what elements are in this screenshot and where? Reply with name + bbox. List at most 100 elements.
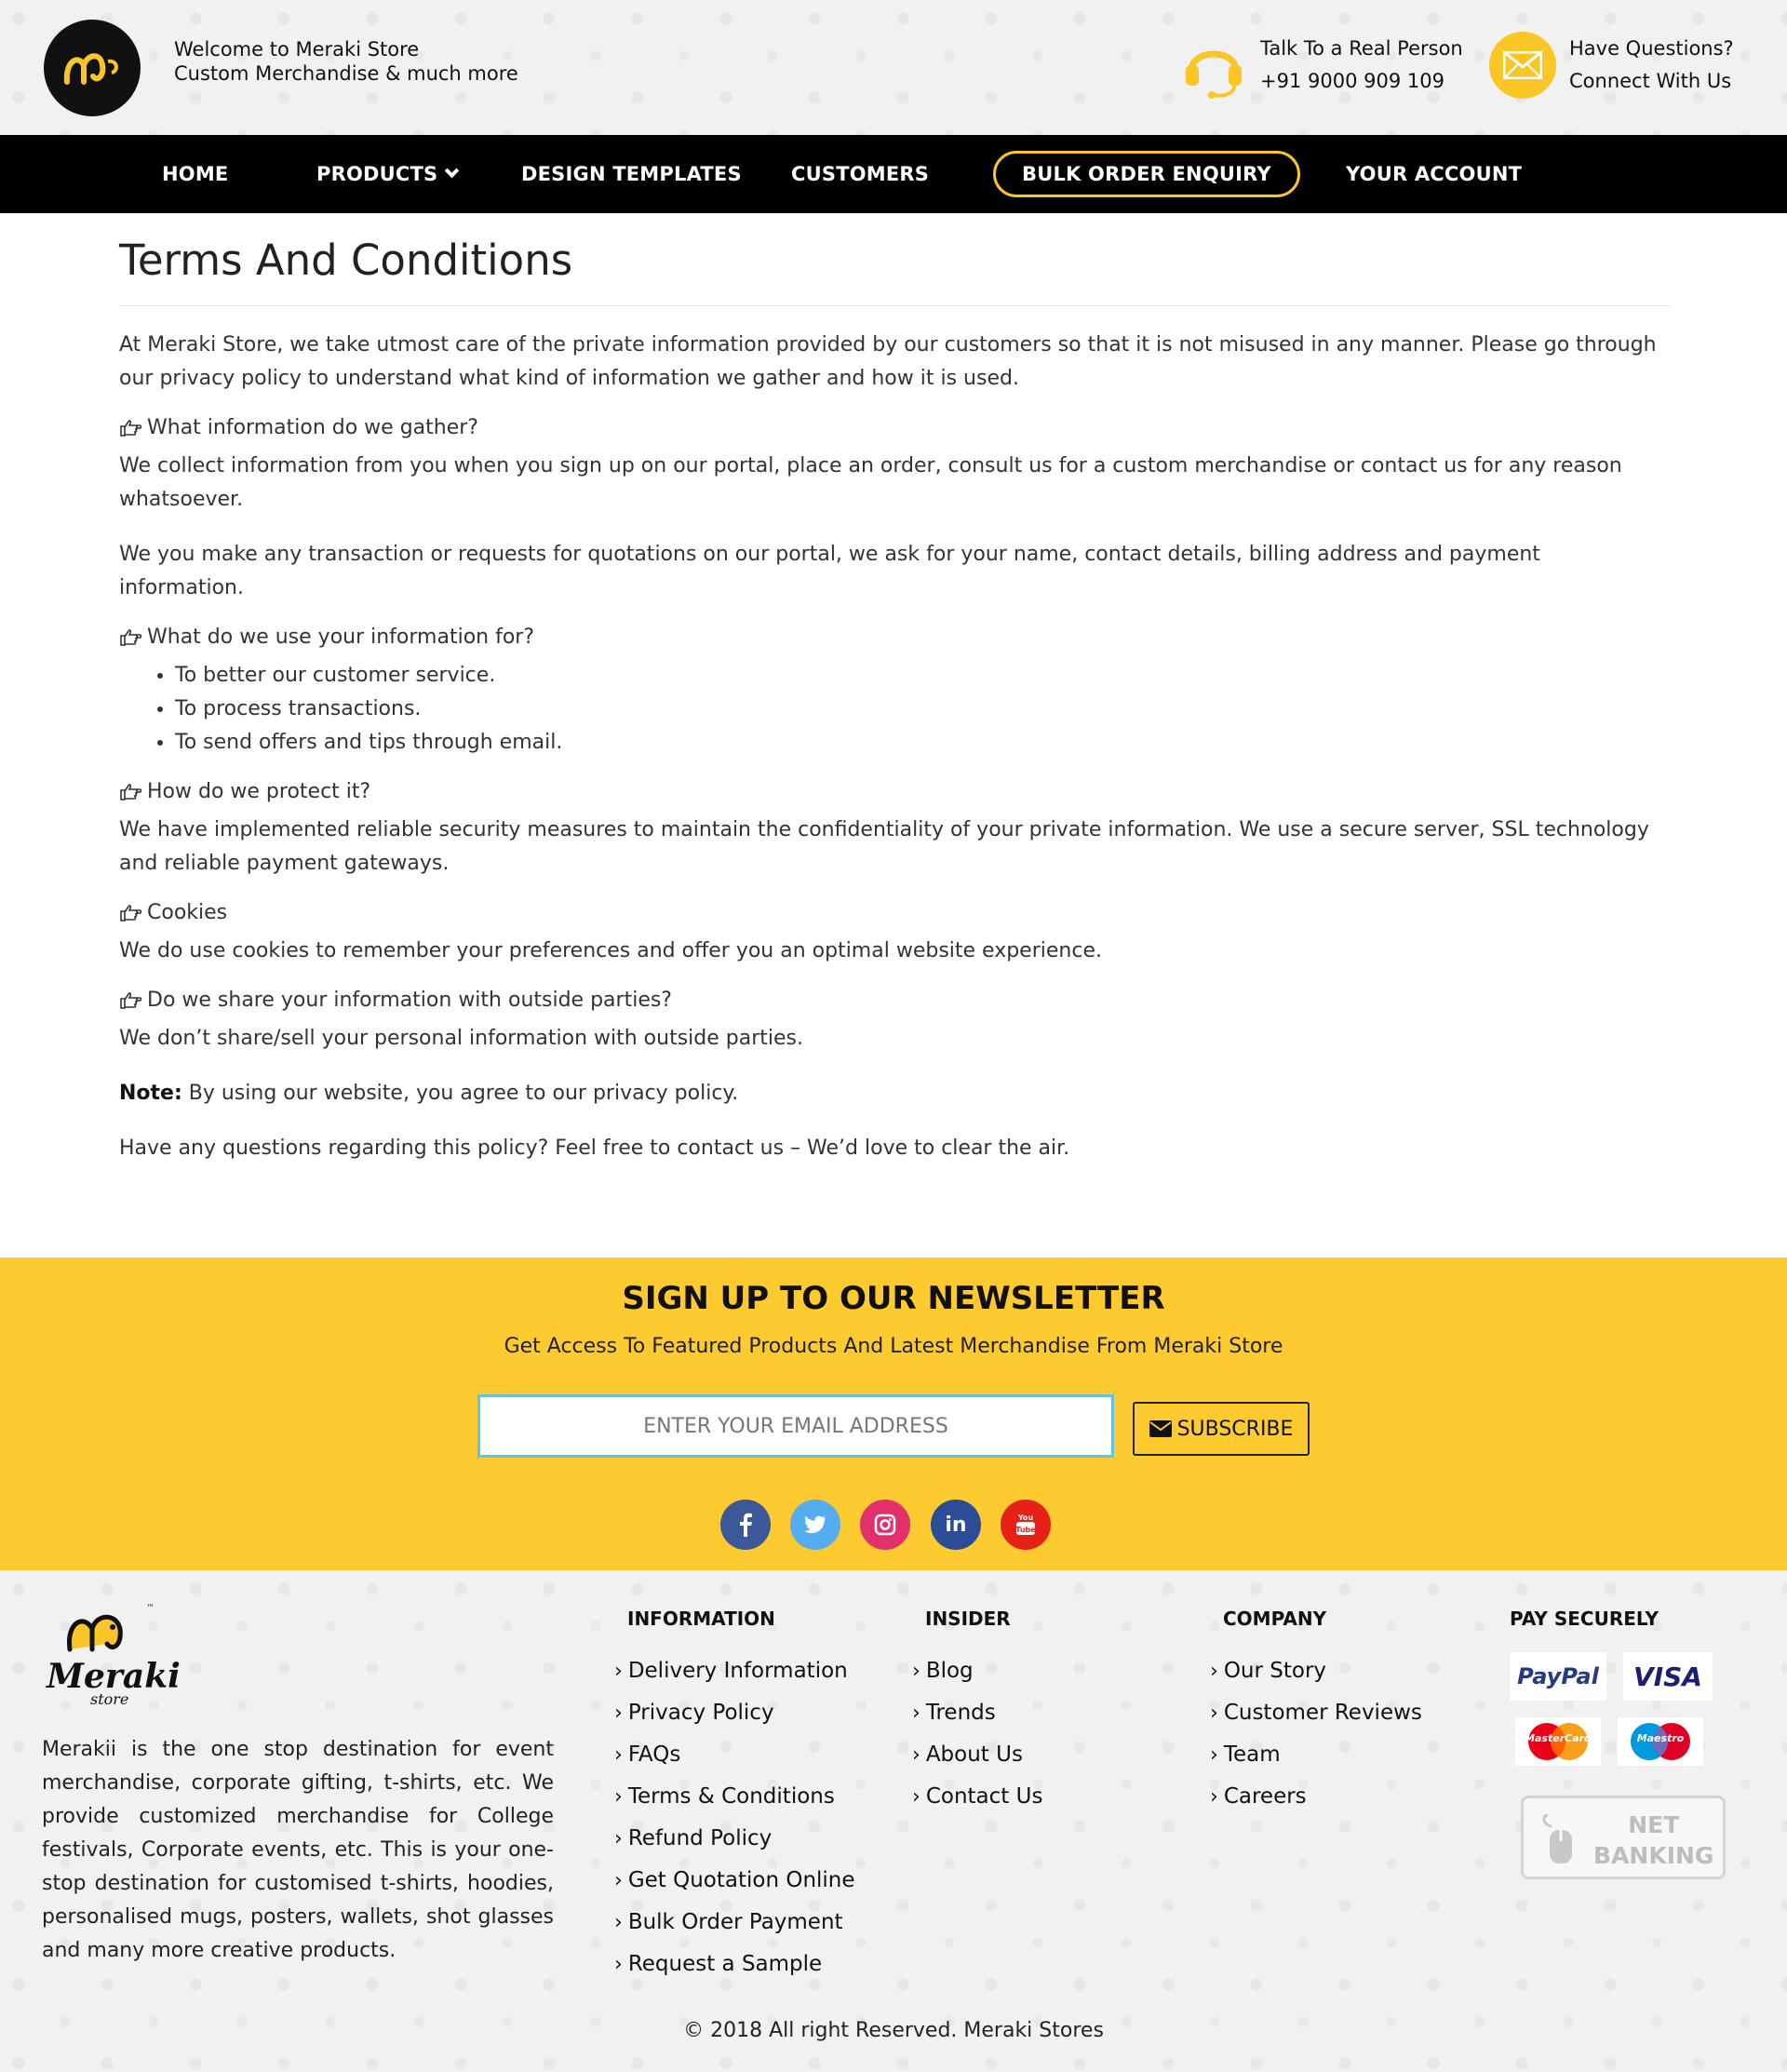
chevron-right-icon: › bbox=[614, 1911, 623, 1934]
subscribe-button[interactable]: SUBSCRIBE bbox=[1133, 1402, 1310, 1456]
newsletter-section: SIGN UP TO OUR NEWSLETTER Get Access To … bbox=[0, 1258, 1787, 1570]
chevron-down-icon bbox=[445, 163, 460, 179]
chevron-right-icon: › bbox=[614, 1785, 623, 1809]
net-banking-line1: NET bbox=[1628, 1811, 1680, 1838]
insider-title: INSIDER bbox=[925, 1608, 1011, 1630]
facebook-icon[interactable] bbox=[720, 1500, 771, 1550]
chevron-right-icon: › bbox=[912, 1660, 920, 1683]
newsletter-title: SIGN UP TO OUR NEWSLETTER bbox=[622, 1280, 1165, 1317]
net-banking-logo: NET BANKING bbox=[1521, 1796, 1726, 1879]
answer-paragraph: We you make any transaction or requests … bbox=[119, 543, 1540, 599]
chevron-right-icon: › bbox=[614, 1743, 623, 1767]
chevron-right-icon: › bbox=[614, 1702, 623, 1725]
linkedin-icon[interactable]: in bbox=[931, 1500, 981, 1550]
list-item: To send offers and tips through email. bbox=[175, 726, 1670, 760]
store-logo[interactable] bbox=[44, 20, 141, 116]
email-label: Have Questions? bbox=[1569, 37, 1734, 60]
footer-link-label: About Us bbox=[925, 1742, 1023, 1767]
nav-design-templates[interactable]: DESIGN TEMPLATES bbox=[521, 135, 742, 213]
answer-paragraph: We collect information from you when you… bbox=[119, 454, 1622, 511]
footer-link-label: Customer Reviews bbox=[1223, 1701, 1422, 1725]
footer-link-sample[interactable]: › Request a Sample bbox=[614, 1952, 822, 1976]
hand-point-right-icon bbox=[120, 784, 141, 801]
closing-paragraph: Have any questions regarding this policy… bbox=[119, 1137, 1070, 1160]
hand-point-right-icon bbox=[120, 420, 141, 437]
mastercard-label: MasterCard bbox=[1525, 1732, 1592, 1744]
pay-securely-title: PAY SECURELY bbox=[1510, 1608, 1659, 1630]
subscribe-label: SUBSCRIBE bbox=[1176, 1417, 1294, 1441]
svg-text:You: You bbox=[1017, 1514, 1034, 1522]
footer-link-terms[interactable]: › Terms & Conditions bbox=[614, 1784, 835, 1809]
footer-link-blog[interactable]: › Blog bbox=[912, 1659, 974, 1683]
phone-label: Talk To a Real Person bbox=[1260, 37, 1463, 60]
page-title: Terms And Conditions bbox=[119, 235, 1670, 306]
mail-icon bbox=[1489, 32, 1556, 99]
chevron-right-icon: › bbox=[614, 1953, 623, 1976]
footer-link-label: Team bbox=[1223, 1742, 1281, 1767]
answer-paragraph: We do use cookies to remember your prefe… bbox=[119, 939, 1102, 962]
footer-logo-sub: store bbox=[90, 1690, 129, 1708]
nav-your-account[interactable]: YOUR ACCOUNT bbox=[1346, 135, 1522, 213]
headset-icon bbox=[1180, 32, 1247, 99]
nav-home[interactable]: HOME bbox=[162, 135, 228, 213]
welcome-line-2: Custom Merchandise & much more bbox=[174, 62, 518, 85]
note-text: By using our website, you agree to our p… bbox=[181, 1082, 739, 1105]
visa-label: VISA bbox=[1633, 1661, 1702, 1692]
question-how-protect: How do we protect it? bbox=[119, 778, 1670, 806]
footer-link-privacy[interactable]: › Privacy Policy bbox=[614, 1701, 774, 1725]
chevron-right-icon: › bbox=[1210, 1785, 1218, 1809]
nav-customers[interactable]: CUSTOMERS bbox=[791, 135, 929, 213]
envelope-icon bbox=[1149, 1420, 1172, 1437]
footer-link-label: Our Story bbox=[1223, 1659, 1327, 1683]
footer-link-label: Delivery Information bbox=[627, 1659, 848, 1683]
intro-paragraph: At Meraki Store, we take utmost care of … bbox=[119, 333, 1657, 390]
question-label: What do we use your information for? bbox=[147, 626, 535, 649]
top-header: Welcome to Meraki Store Custom Merchandi… bbox=[0, 0, 1787, 135]
footer-link-label: Privacy Policy bbox=[627, 1701, 774, 1725]
phone-number[interactable]: +91 9000 909 109 bbox=[1260, 65, 1463, 98]
footer-link-faqs[interactable]: › FAQs bbox=[614, 1742, 680, 1767]
mastercard-logo: MasterCard bbox=[1515, 1717, 1601, 1766]
footer-link-our-story[interactable]: › Our Story bbox=[1210, 1659, 1326, 1683]
footer-link-label: Terms & Conditions bbox=[627, 1784, 835, 1809]
nav-products-label: PRODUCTS bbox=[316, 163, 438, 185]
footer-link-label: Contact Us bbox=[925, 1784, 1043, 1809]
footer: ™ Meraki store Merakii is the one stop d… bbox=[0, 1570, 1787, 2072]
answer-paragraph: We have implemented reliable security me… bbox=[119, 818, 1649, 875]
note-label: Note: bbox=[119, 1082, 182, 1105]
footer-link-quotation[interactable]: › Get Quotation Online bbox=[614, 1868, 855, 1892]
information-title: INFORMATION bbox=[627, 1608, 775, 1630]
chevron-right-icon: › bbox=[1210, 1660, 1218, 1683]
nav-products[interactable]: PRODUCTS bbox=[316, 135, 460, 213]
footer-link-contact[interactable]: › Contact Us bbox=[912, 1784, 1042, 1809]
chevron-right-icon: › bbox=[912, 1702, 920, 1725]
email-input[interactable] bbox=[477, 1394, 1114, 1458]
footer-link-about[interactable]: › About Us bbox=[912, 1742, 1023, 1767]
chevron-right-icon: › bbox=[1210, 1743, 1218, 1767]
instagram-icon[interactable] bbox=[860, 1500, 910, 1550]
footer-link-careers[interactable]: › Careers bbox=[1210, 1784, 1307, 1809]
main-navigation: HOME PRODUCTS DESIGN TEMPLATES CUSTOMERS… bbox=[0, 135, 1787, 213]
footer-link-label: FAQs bbox=[627, 1742, 681, 1767]
question-label: Cookies bbox=[147, 901, 228, 924]
footer-link-label: Trends bbox=[925, 1701, 996, 1725]
footer-link-delivery[interactable]: › Delivery Information bbox=[614, 1659, 848, 1683]
twitter-icon[interactable] bbox=[790, 1500, 840, 1550]
footer-logo[interactable]: ™ Meraki store bbox=[44, 1594, 183, 1715]
phone-contact[interactable]: Talk To a Real Person +91 9000 909 109 bbox=[1180, 32, 1463, 99]
footer-link-team[interactable]: › Team bbox=[1210, 1742, 1281, 1767]
question-cookies: Cookies bbox=[119, 899, 1670, 927]
email-contact[interactable]: Have Questions? Connect With Us bbox=[1489, 32, 1734, 99]
question-label: What information do we gather? bbox=[147, 416, 478, 439]
youtube-icon[interactable]: Tube You bbox=[1001, 1500, 1051, 1550]
footer-link-reviews[interactable]: › Customer Reviews bbox=[1210, 1701, 1422, 1725]
footer-link-bulk-payment[interactable]: › Bulk Order Payment bbox=[614, 1910, 843, 1934]
footer-link-refund[interactable]: › Refund Policy bbox=[614, 1826, 772, 1850]
question-label: Do we share your information with outsid… bbox=[147, 989, 672, 1012]
elephant-logo-icon bbox=[63, 53, 118, 85]
nav-bulk-order-enquiry[interactable]: BULK ORDER ENQUIRY bbox=[993, 151, 1300, 197]
hand-point-right-icon bbox=[120, 992, 141, 1009]
email-sub[interactable]: Connect With Us bbox=[1569, 65, 1734, 98]
footer-link-trends[interactable]: › Trends bbox=[912, 1701, 996, 1725]
question-what-gather: What information do we gather? bbox=[119, 414, 1670, 442]
